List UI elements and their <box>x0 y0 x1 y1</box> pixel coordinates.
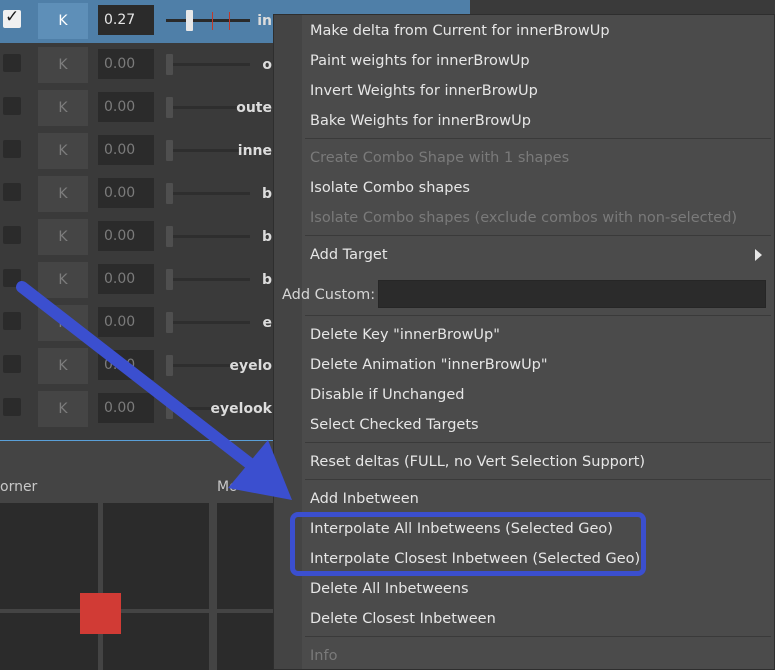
menu-item-bake-weights[interactable]: Bake Weights for innerBrowUp <box>310 113 531 129</box>
weight-slider-handle[interactable] <box>166 140 173 161</box>
weight-field[interactable]: 0.00 <box>98 49 154 79</box>
row-checkbox[interactable] <box>3 312 21 330</box>
weight-slider-track[interactable] <box>166 192 250 195</box>
menu-item-add-target[interactable]: Add Target <box>310 247 388 263</box>
check-icon: ✓ <box>5 7 20 27</box>
menu-separator <box>305 315 771 316</box>
add-custom-input[interactable] <box>378 280 766 308</box>
menu-separator <box>305 636 771 637</box>
pose-marker[interactable] <box>80 593 121 634</box>
grid-cell[interactable] <box>217 613 277 670</box>
menu-separator <box>305 235 771 236</box>
weight-field[interactable]: 0.00 <box>98 178 154 208</box>
weight-field[interactable]: 0.00 <box>98 393 154 423</box>
row-checkbox[interactable] <box>3 54 21 72</box>
row-checkbox[interactable] <box>3 269 21 287</box>
row-checkbox[interactable] <box>3 140 21 158</box>
shape-name: b <box>261 272 272 288</box>
key-button[interactable]: K <box>38 219 88 255</box>
weight-slider-track[interactable] <box>166 321 250 324</box>
weight-slider-handle[interactable] <box>166 355 173 376</box>
key-button[interactable]: K <box>38 305 88 341</box>
weight-field[interactable]: 0.00 <box>98 92 154 122</box>
weight-slider-track[interactable] <box>166 63 250 66</box>
shape-name: b <box>261 229 272 245</box>
annotation-highlight-box <box>290 512 646 576</box>
shape-name: eyelook <box>210 401 272 417</box>
weight-slider-track[interactable] <box>166 235 250 238</box>
weight-field[interactable]: 0.00 <box>98 264 154 294</box>
add-custom-label: Add Custom: <box>282 287 376 303</box>
weight-field[interactable]: 0.00 <box>98 221 154 251</box>
weight-slider-track[interactable] <box>166 19 250 22</box>
shape-name: eyelo <box>229 358 272 374</box>
row-checkbox[interactable] <box>3 355 21 373</box>
shape-name: e <box>262 315 273 331</box>
menu-item-invert-weights[interactable]: Invert Weights for innerBrowUp <box>310 83 538 99</box>
weight-slider-handle[interactable] <box>166 54 173 75</box>
weight-slider-handle[interactable] <box>166 97 173 118</box>
row-checkbox[interactable] <box>3 183 21 201</box>
row-checkbox[interactable]: ✓ <box>3 7 21 28</box>
key-button[interactable]: K <box>38 90 88 126</box>
key-tick <box>229 12 230 30</box>
grid-cell[interactable] <box>217 503 277 609</box>
weight-field[interactable]: 0.00 <box>98 350 154 380</box>
weight-slider-handle[interactable] <box>186 10 193 31</box>
menu-item-paint-weights[interactable]: Paint weights for innerBrowUp <box>310 53 530 69</box>
menu-item-isolate-combo-exclude: Isolate Combo shapes (exclude combos wit… <box>310 210 738 226</box>
row-checkbox[interactable] <box>3 226 21 244</box>
key-button[interactable]: K <box>38 262 88 298</box>
shape-name: inne <box>237 143 272 159</box>
menu-item-reset-deltas[interactable]: Reset deltas (FULL, no Vert Selection Su… <box>310 454 645 470</box>
menu-item-delete-closest-inbetween[interactable]: Delete Closest Inbetween <box>310 611 496 627</box>
weight-field[interactable]: 0.00 <box>98 307 154 337</box>
menu-item-add-inbetween[interactable]: Add Inbetween <box>310 491 419 507</box>
menu-item-isolate-combo[interactable]: Isolate Combo shapes <box>310 180 470 196</box>
submenu-arrow-icon <box>755 249 762 261</box>
key-button[interactable]: K <box>38 133 88 169</box>
weight-slider-handle[interactable] <box>166 269 173 290</box>
menu-item-delete-key[interactable]: Delete Key "innerBrowUp" <box>310 327 500 343</box>
menu-item-create-combo: Create Combo Shape with 1 shapes <box>310 150 570 166</box>
shape-name: b <box>261 186 272 202</box>
row-checkbox[interactable] <box>3 97 21 115</box>
menu-separator <box>305 479 771 480</box>
row-checkbox[interactable] <box>3 398 21 416</box>
menu-separator <box>305 442 771 443</box>
weight-slider-handle[interactable] <box>166 183 173 204</box>
panel-label-right: Mo <box>217 479 238 495</box>
menu-item-delete-all-inbetweens[interactable]: Delete All Inbetweens <box>310 581 469 597</box>
key-button[interactable]: K <box>38 47 88 83</box>
shape-name: oute <box>236 100 272 116</box>
key-button[interactable]: K <box>38 3 88 39</box>
weight-slider-handle[interactable] <box>166 398 173 419</box>
weight-slider-handle[interactable] <box>166 312 173 333</box>
weight-field[interactable]: 0.00 <box>98 135 154 165</box>
shape-name: in <box>257 13 272 29</box>
key-tick <box>212 12 213 30</box>
weight-field[interactable]: 0.27 <box>98 5 154 35</box>
key-button[interactable]: K <box>38 348 88 384</box>
shape-name: o <box>262 57 272 73</box>
panel-label-left: orner <box>0 479 38 495</box>
menu-item-delete-animation[interactable]: Delete Animation "innerBrowUp" <box>310 357 548 373</box>
weight-slider-handle[interactable] <box>166 226 173 247</box>
menu-item-select-checked[interactable]: Select Checked Targets <box>310 417 479 433</box>
menu-item-info: Info <box>310 648 338 664</box>
key-button[interactable]: K <box>38 176 88 212</box>
weight-slider-track[interactable] <box>166 278 250 281</box>
menu-separator <box>305 138 771 139</box>
key-button[interactable]: K <box>38 391 88 427</box>
menu-item-make-delta[interactable]: Make delta from Current for innerBrowUp <box>310 23 610 39</box>
menu-item-disable-unchanged[interactable]: Disable if Unchanged <box>310 387 465 403</box>
